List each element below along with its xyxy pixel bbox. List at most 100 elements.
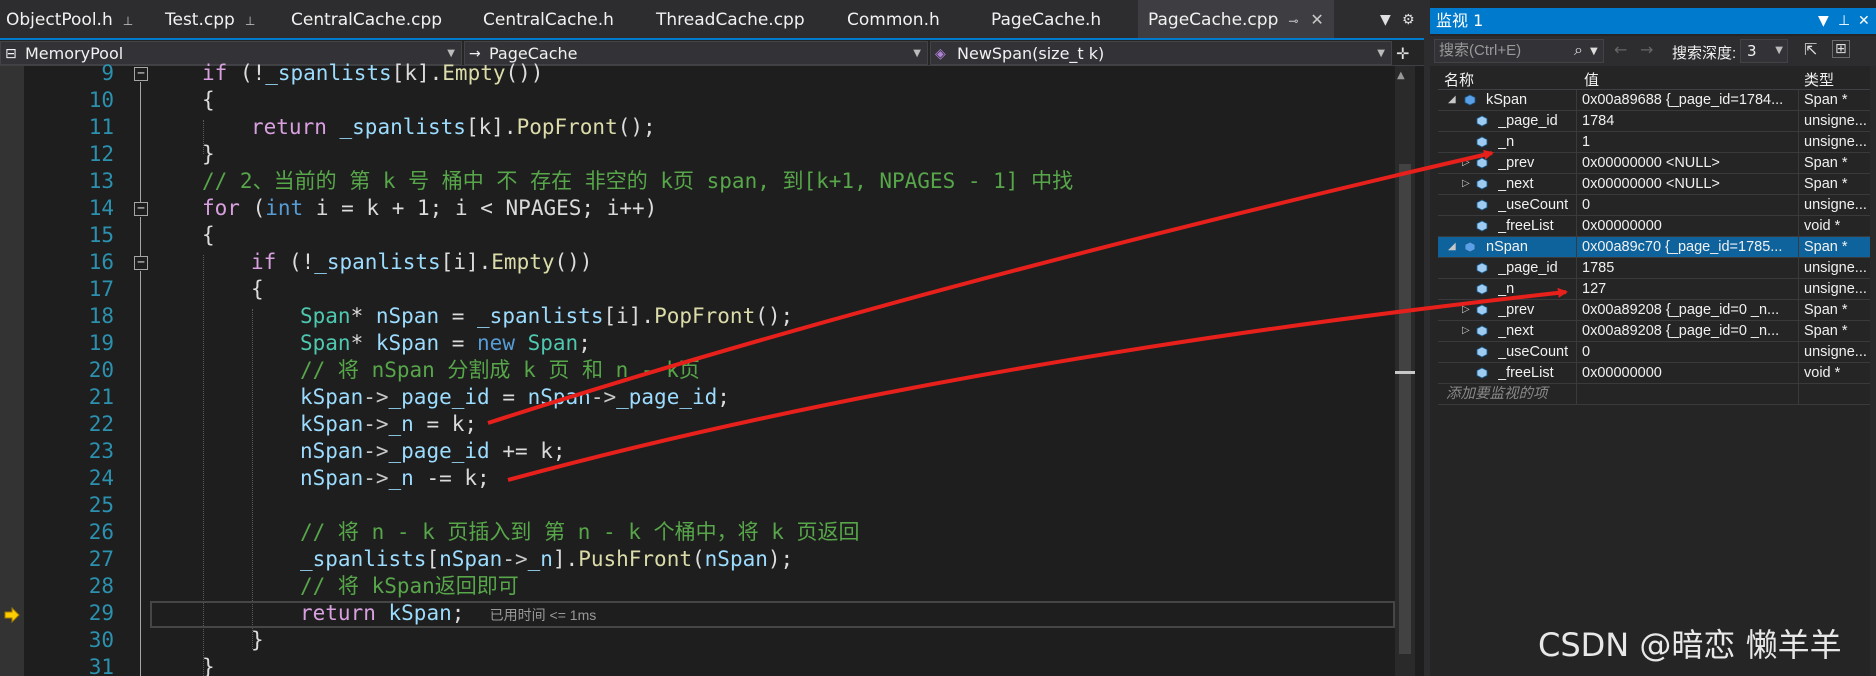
fold-toggle[interactable]: − bbox=[134, 67, 148, 81]
watch-vertical-scrollbar[interactable] bbox=[1870, 66, 1876, 676]
indent-guide bbox=[252, 309, 253, 649]
watch-value[interactable]: 1 bbox=[1582, 132, 1796, 152]
code-line-14: for (int i = k + 1; i < NPAGES; i++) bbox=[202, 196, 658, 220]
watch-name: _page_id bbox=[1498, 260, 1558, 276]
watch-type: Span * bbox=[1804, 239, 1848, 255]
chevron-down-icon: ▼ bbox=[1377, 48, 1385, 59]
glyph-margin[interactable] bbox=[0, 66, 24, 676]
pin-source-icon[interactable]: ⇱ bbox=[1804, 40, 1817, 59]
expander-expanded-icon[interactable]: ◢ bbox=[1448, 237, 1456, 257]
pin-icon[interactable]: ⊥ bbox=[123, 14, 133, 28]
watch-value[interactable]: 0x00000000 <NULL> bbox=[1582, 174, 1796, 194]
pin-icon[interactable]: ⊥ bbox=[245, 14, 255, 28]
watch-value[interactable]: 0x00000000 bbox=[1582, 363, 1796, 383]
perf-tip[interactable]: 已用时间 <= 1ms bbox=[490, 607, 597, 623]
add-watch-placeholder[interactable]: 添加要监视的项 bbox=[1446, 384, 1574, 404]
watch-value[interactable]: 0 bbox=[1582, 195, 1796, 215]
line-number: 23 bbox=[88, 439, 114, 463]
close-icon[interactable]: ✕ bbox=[1858, 8, 1870, 34]
watch-name: _freeList bbox=[1498, 218, 1554, 234]
pin-icon[interactable]: ⊥ bbox=[1838, 8, 1850, 34]
chevron-down-icon: ▼ bbox=[913, 48, 921, 59]
watch-row[interactable]: _freeList 0x00000000 void * bbox=[1438, 363, 1876, 384]
expander-expanded-icon[interactable]: ◢ bbox=[1448, 90, 1456, 110]
tab-objectpool-h[interactable]: ObjectPool.h ⊥ bbox=[6, 0, 133, 40]
watch-row[interactable]: _freeList 0x00000000 void * bbox=[1438, 216, 1876, 237]
project-icon: ⊟ bbox=[5, 46, 17, 62]
tab-pagecache-h[interactable]: PageCache.h bbox=[991, 0, 1101, 40]
line-number-gutter: 9 10 11 12 13 14 15 16 17 18 19 20 21 22 23 24 25 26 27 28 2… bbox=[24, 61, 124, 676]
watch-value[interactable]: 0x00000000 bbox=[1582, 216, 1796, 236]
expander-collapsed-icon[interactable]: ▷ bbox=[1462, 321, 1470, 341]
watch-type: Span * bbox=[1804, 176, 1848, 192]
search-icon[interactable]: ⌕ bbox=[1574, 40, 1583, 60]
line-number: 14 bbox=[88, 196, 114, 220]
tab-test-cpp[interactable]: Test.cpp ⊥ bbox=[165, 0, 255, 40]
expander-collapsed-icon[interactable]: ▷ bbox=[1462, 153, 1470, 173]
watch-title-bar[interactable]: 监视 1 ▼ ⊥ ✕ bbox=[1430, 8, 1876, 34]
expander-collapsed-icon[interactable]: ▷ bbox=[1462, 174, 1470, 194]
watch-row[interactable]: _page_id 1785 unsigne... bbox=[1438, 258, 1876, 279]
watch-value[interactable]: 1785 bbox=[1582, 258, 1796, 278]
tab-label: CentralCache.h bbox=[483, 10, 614, 30]
line-number: 16 bbox=[88, 250, 114, 274]
watch-row[interactable]: _n 1 unsigne... bbox=[1438, 132, 1876, 153]
watch-row[interactable]: _useCount 0 unsigne... bbox=[1438, 195, 1876, 216]
tab-centralcache-h[interactable]: CentralCache.h bbox=[483, 0, 614, 40]
watch-value[interactable]: 0x00a89c70 {_page_id=1785... bbox=[1582, 237, 1796, 257]
watch-value[interactable]: 127 bbox=[1582, 279, 1796, 299]
pin-icon[interactable]: ⊸ bbox=[1288, 14, 1298, 28]
expander-collapsed-icon[interactable]: ▷ bbox=[1462, 300, 1470, 320]
watch-value[interactable]: 0x00a89208 {_page_id=0 _n... bbox=[1582, 300, 1796, 320]
code-line-29: return kSpan; 已用时间 <= 1ms bbox=[300, 601, 597, 625]
editor-vertical-scrollbar[interactable]: ▲ bbox=[1395, 66, 1415, 676]
code-line-17: { bbox=[251, 277, 264, 301]
watch-row[interactable]: _useCount 0 unsigne... bbox=[1438, 342, 1876, 363]
window-menu-icon[interactable]: ▼ bbox=[1818, 8, 1829, 34]
tab-common-h[interactable]: Common.h bbox=[847, 0, 940, 40]
fold-toggle[interactable]: − bbox=[134, 256, 148, 270]
line-number: 20 bbox=[88, 358, 114, 382]
code-line-12: } bbox=[202, 142, 215, 166]
tab-pagecache-cpp[interactable]: PageCache.cpp ⊸ ✕ bbox=[1138, 0, 1334, 40]
column-header-name[interactable]: 名称 bbox=[1444, 69, 1474, 90]
fold-line bbox=[140, 271, 141, 676]
watch-row[interactable]: ▷ _prev 0x00000000 <NULL> Span * bbox=[1438, 153, 1876, 174]
search-depth-dropdown[interactable]: 3 ▼ bbox=[1740, 39, 1788, 63]
forward-arrow-icon[interactable]: → bbox=[1640, 40, 1653, 59]
line-number: 11 bbox=[88, 115, 114, 139]
fold-toggle[interactable]: − bbox=[134, 202, 148, 216]
line-number: 17 bbox=[88, 277, 114, 301]
tab-threadcache-cpp[interactable]: ThreadCache.cpp bbox=[656, 0, 805, 40]
line-number: 29 bbox=[88, 601, 114, 625]
member-dropdown[interactable]: ◈ NewSpan(size_t k) ▼ bbox=[930, 41, 1392, 65]
watch-row[interactable]: ◢ kSpan 0x00a89688 {_page_id=1784... Span * bbox=[1438, 90, 1876, 111]
scroll-thumb[interactable] bbox=[1399, 164, 1411, 654]
watch-row[interactable]: ▷ _next 0x00000000 <NULL> Span * bbox=[1438, 174, 1876, 195]
scroll-up-icon[interactable]: ▲ bbox=[1397, 70, 1405, 81]
column-header-value[interactable]: 值 bbox=[1584, 69, 1599, 90]
tab-centralcache-cpp[interactable]: CentralCache.cpp bbox=[291, 0, 442, 40]
column-header-type[interactable]: 类型 bbox=[1804, 69, 1834, 90]
watch-row[interactable]: _n 127 unsigne... bbox=[1438, 279, 1876, 300]
watch-window: 监视 1 ▼ ⊥ ✕ 搜索(Ctrl+E) ⌕ ▼ ← → 搜索深度: 3 ▼ ⇱… bbox=[1424, 0, 1876, 676]
back-arrow-icon[interactable]: ← bbox=[1614, 40, 1627, 59]
close-icon[interactable]: ✕ bbox=[1310, 10, 1323, 29]
tab-list-dropdown-icon[interactable]: ▼ bbox=[1380, 0, 1391, 40]
watch-type: unsigne... bbox=[1804, 197, 1867, 213]
watch-row[interactable]: _page_id 1784 unsigne... bbox=[1438, 111, 1876, 132]
watch-value[interactable]: 0x00000000 <NULL> bbox=[1582, 153, 1796, 173]
watch-row[interactable]: ◢ nSpan 0x00a89c70 {_page_id=1785... Span * bbox=[1438, 237, 1876, 258]
watch-name: _useCount bbox=[1498, 344, 1569, 360]
watch-value[interactable]: 1784 bbox=[1582, 111, 1796, 131]
hex-display-icon[interactable]: ⊞ bbox=[1832, 40, 1850, 58]
watch-row[interactable]: ▷ _prev 0x00a89208 {_page_id=0 _n... Span * bbox=[1438, 300, 1876, 321]
line-number: 26 bbox=[88, 520, 114, 544]
watch-value[interactable]: 0 bbox=[1582, 342, 1796, 362]
add-watch-row[interactable]: 添加要监视的项 bbox=[1438, 384, 1876, 405]
watch-value[interactable]: 0x00a89208 {_page_id=0 _n... bbox=[1582, 321, 1796, 341]
line-number: 25 bbox=[88, 493, 114, 517]
watch-value[interactable]: 0x00a89688 {_page_id=1784... bbox=[1582, 90, 1796, 110]
chevron-down-icon[interactable]: ▼ bbox=[1590, 46, 1598, 57]
watch-row[interactable]: ▷ _next 0x00a89208 {_page_id=0 _n... Span * bbox=[1438, 321, 1876, 342]
